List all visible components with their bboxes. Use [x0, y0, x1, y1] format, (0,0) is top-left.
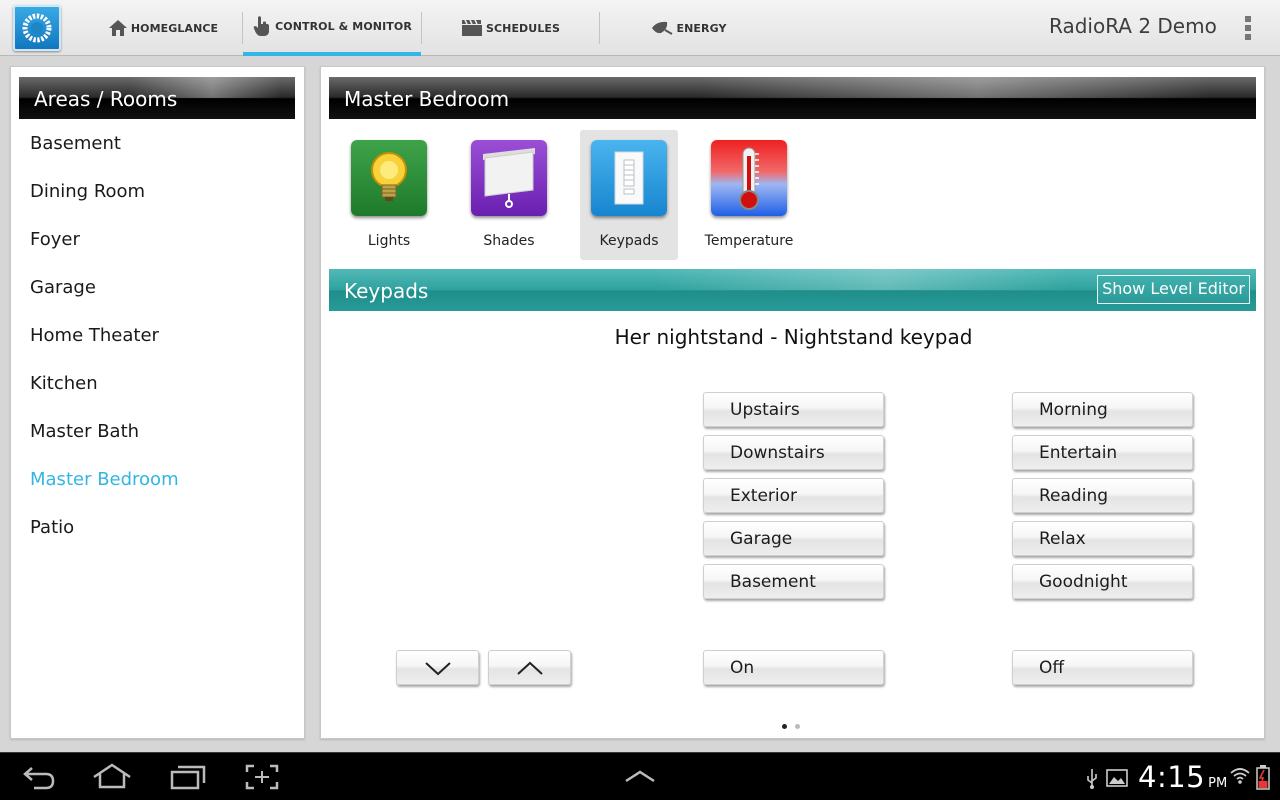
wifi-icon — [1229, 765, 1251, 791]
back-icon[interactable] — [22, 764, 56, 794]
areas-panel: Areas / Rooms Basement Dining Room Foyer… — [10, 66, 305, 739]
room-item-foyer[interactable]: Foyer — [19, 216, 295, 264]
leaf-plug-icon — [651, 20, 673, 36]
system-bar: 4:15 PM — [0, 752, 1280, 800]
lower-button[interactable] — [396, 650, 479, 685]
keypad-button-downstairs[interactable]: Downstairs — [703, 435, 884, 470]
keypad-button-entertain[interactable]: Entertain — [1012, 435, 1193, 470]
category-label: Shades — [483, 233, 535, 249]
room-item-dining-room[interactable]: Dining Room — [19, 168, 295, 216]
tab-homeglance[interactable]: HOMEGLANCE — [83, 0, 243, 56]
category-lights[interactable]: Lights — [340, 130, 438, 260]
raise-button[interactable] — [488, 650, 571, 685]
keypad-button-garage[interactable]: Garage — [703, 521, 884, 556]
battery-charging-icon — [1256, 764, 1270, 794]
keypad-button-relax[interactable]: Relax — [1012, 521, 1193, 556]
keypad-icon — [591, 140, 667, 216]
category-label: Temperature — [704, 233, 794, 249]
home-icon[interactable] — [92, 763, 132, 793]
tab-energy[interactable]: ENERGY — [600, 0, 778, 56]
room-title: Master Bedroom — [344, 87, 510, 111]
lightbulb-icon — [351, 140, 427, 216]
clock-time: 4:15 — [1138, 760, 1206, 794]
keypad-button-basement[interactable]: Basement — [703, 564, 884, 599]
chevron-up-icon[interactable] — [624, 768, 656, 787]
room-item-kitchen[interactable]: Kitchen — [19, 360, 295, 408]
tab-label: ENERGY — [676, 21, 727, 35]
room-item-patio[interactable]: Patio — [19, 504, 295, 552]
category-label: Lights — [367, 233, 411, 249]
category-shades[interactable]: Shades — [460, 130, 558, 260]
tab-schedules[interactable]: SCHEDULES — [422, 0, 599, 56]
overflow-menu-icon[interactable] — [1240, 14, 1256, 42]
keypads-header: Keypads Show Level Editor — [329, 269, 1256, 311]
screenshot-icon[interactable] — [245, 764, 279, 794]
on-button[interactable]: On — [703, 650, 884, 685]
page-dot — [795, 724, 800, 729]
tab-label: SCHEDULES — [485, 21, 561, 35]
room-header: Master Bedroom — [329, 77, 1256, 119]
room-item-home-theater[interactable]: Home Theater — [19, 312, 295, 360]
keypad-button-morning[interactable]: Morning — [1012, 392, 1193, 427]
chevron-down-icon — [425, 662, 451, 676]
house-icon — [108, 18, 128, 38]
tab-label: HOMEGLANCE — [130, 21, 219, 35]
areas-title: Areas / Rooms — [34, 87, 178, 111]
show-level-editor-button[interactable]: Show Level Editor — [1097, 275, 1250, 304]
keypad-button-exterior[interactable]: Exterior — [703, 478, 884, 513]
clock-ampm: PM — [1208, 776, 1228, 791]
keypad-title: Her nightstand - Nightstand keypad — [614, 325, 973, 349]
category-label: Keypads — [599, 233, 659, 249]
room-list: Basement Dining Room Foyer Garage Home T… — [19, 120, 295, 552]
status-clock: 4:15 PM — [1138, 760, 1227, 794]
areas-header: Areas / Rooms — [19, 77, 295, 119]
keypad-button-upstairs[interactable]: Upstairs — [703, 392, 884, 427]
room-item-master-bath[interactable]: Master Bath — [19, 408, 295, 456]
shade-icon — [471, 140, 547, 216]
room-item-garage[interactable]: Garage — [19, 264, 295, 312]
page-dot-active — [782, 724, 787, 729]
keypad-button-reading[interactable]: Reading — [1012, 478, 1193, 513]
room-item-master-bedroom[interactable]: Master Bedroom — [19, 456, 295, 504]
tab-control-monitor[interactable]: CONTROL & MONITOR — [243, 0, 421, 56]
room-panel: Master Bedroom Lights Shades Keypads Tem… — [320, 66, 1265, 739]
app-title: RadioRA 2 Demo — [1049, 14, 1217, 38]
usb-icon — [1085, 768, 1099, 794]
chevron-up-icon — [517, 661, 543, 675]
category-keypads[interactable]: Keypads — [580, 130, 678, 260]
hand-pointer-icon — [252, 15, 272, 37]
clapboard-icon — [461, 19, 483, 37]
room-item-basement[interactable]: Basement — [19, 120, 295, 168]
thermometer-icon — [711, 140, 787, 216]
keypad-button-goodnight[interactable]: Goodnight — [1012, 564, 1193, 599]
recent-apps-icon[interactable] — [170, 764, 206, 794]
gallery-icon — [1106, 769, 1128, 791]
category-temperature[interactable]: Temperature — [700, 130, 798, 260]
action-bar: HOMEGLANCE CONTROL & MONITOR SCHEDULES E… — [0, 0, 1280, 56]
off-button[interactable]: Off — [1012, 650, 1193, 685]
keypads-title: Keypads — [344, 279, 429, 303]
app-logo-icon[interactable] — [13, 5, 61, 51]
tab-label: CONTROL & MONITOR — [275, 19, 412, 33]
